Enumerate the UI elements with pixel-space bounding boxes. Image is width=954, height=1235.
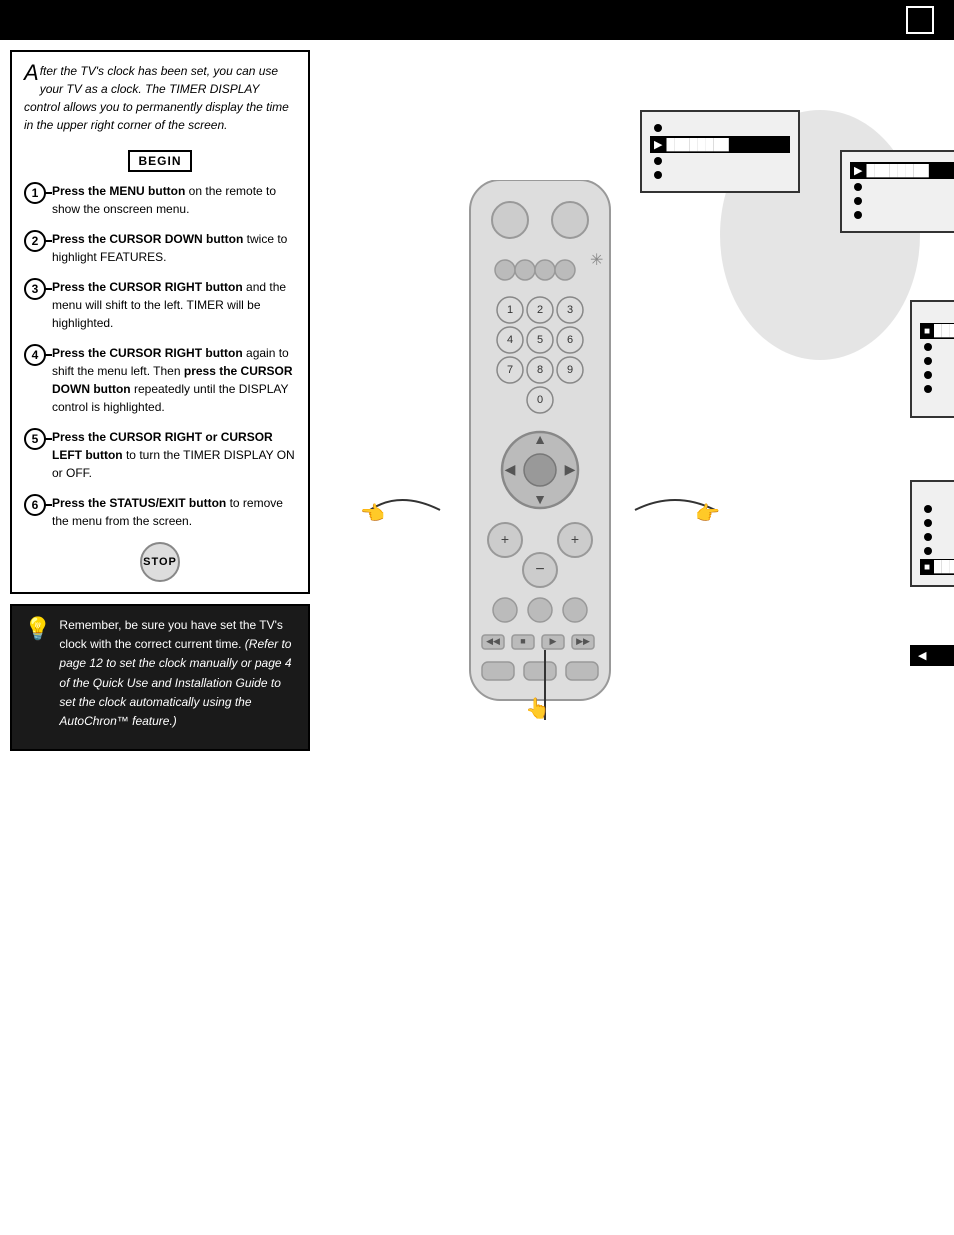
svg-text:▼: ▼ xyxy=(533,491,547,507)
menu4-item5-highlighted: ■ ███████ ◀▶ xyxy=(920,559,954,575)
menu4-item4 xyxy=(920,545,954,557)
tip-box: 💡 Remember, be sure you have set the TV'… xyxy=(10,604,310,751)
step-2-text: Press the CURSOR DOWN button twice to hi… xyxy=(52,230,296,266)
begin-badge: BEGIN xyxy=(128,150,191,172)
instruction-box: A fter the TV's clock has been set, you … xyxy=(10,50,310,594)
svg-text:✳: ✳ xyxy=(590,252,603,269)
bulb-icon: 💡 xyxy=(24,616,51,642)
svg-text:+: + xyxy=(571,531,579,547)
step-5-number: 5 xyxy=(24,428,46,450)
svg-text:6: 6 xyxy=(567,334,573,346)
svg-text:1: 1 xyxy=(507,304,513,316)
menu3-item5 xyxy=(920,383,954,395)
menu2-item1-highlighted: ▶ ████████ xyxy=(850,162,954,179)
menu1-item1 xyxy=(650,122,790,134)
top-bar xyxy=(0,0,954,40)
step-3: 3 Press the CURSOR RIGHT button and the … xyxy=(24,278,296,332)
menu1-item3 xyxy=(650,155,790,167)
svg-text:7: 7 xyxy=(507,364,513,376)
page-number-box xyxy=(906,6,934,34)
step-6: 6 Press the STATUS/EXIT button to remove… xyxy=(24,494,296,530)
tip-remember-text: Remember, be sure you have set the TV's … xyxy=(59,616,296,731)
right-panel: ▶ ████████ ▶ ████████ ▲ ■ ███████ ▶ ▼ ▲ xyxy=(320,50,944,950)
step-6-number: 6 xyxy=(24,494,46,516)
menu-screen-2: ▶ ████████ xyxy=(840,150,954,233)
menu2-item2 xyxy=(850,181,954,193)
svg-text:👈: 👈 xyxy=(360,502,385,525)
left-panel: A fter the TV's clock has been set, you … xyxy=(10,50,310,950)
large-letter-A: A xyxy=(24,62,39,84)
step-3-text: Press the CURSOR RIGHT button and the me… xyxy=(52,278,296,332)
timer-display-bar: ◀ ████████████ ▶ xyxy=(910,645,954,666)
menu4-item1 xyxy=(920,503,954,515)
step-3-number: 3 xyxy=(24,278,46,300)
menu1-item2-highlighted: ▶ ████████ xyxy=(650,136,790,153)
svg-text:▶: ▶ xyxy=(565,461,576,477)
step-1-text: Press the MENU button on the remote to s… xyxy=(52,182,296,218)
svg-text:8: 8 xyxy=(537,364,543,376)
menu2-item3 xyxy=(850,195,954,207)
svg-text:9: 9 xyxy=(567,364,573,376)
svg-text:▲: ▲ xyxy=(533,431,547,447)
menu4-item2 xyxy=(920,517,954,529)
step-4: 4 Press the CURSOR RIGHT button again to… xyxy=(24,344,296,416)
menu1-item4 xyxy=(650,169,790,181)
svg-text:5: 5 xyxy=(537,334,543,346)
step-2: 2 Press the CURSOR DOWN button twice to … xyxy=(24,230,296,266)
tip-header: 💡 Remember, be sure you have set the TV'… xyxy=(24,616,296,731)
menu3-item4 xyxy=(920,369,954,381)
svg-text:0: 0 xyxy=(537,394,543,406)
svg-text:4: 4 xyxy=(507,334,513,346)
menu3-item2 xyxy=(920,341,954,353)
stop-circle: STOP xyxy=(140,542,180,582)
step-4-number: 4 xyxy=(24,344,46,366)
timer-arrow-left: ◀ xyxy=(918,649,926,662)
step-2-number: 2 xyxy=(24,230,46,252)
svg-text:👆: 👆 xyxy=(525,696,550,720)
svg-text:+: + xyxy=(501,531,509,547)
remote-control: ✳ 1 2 3 xyxy=(440,180,640,783)
svg-text:−: − xyxy=(535,561,544,578)
menu2-item4 xyxy=(850,209,954,221)
svg-text:2: 2 xyxy=(537,304,543,316)
svg-text:3: 3 xyxy=(567,304,573,316)
svg-text:◀: ◀ xyxy=(505,461,516,477)
intro-text: A fter the TV's clock has been set, you … xyxy=(24,62,296,134)
stop-badge: STOP xyxy=(24,542,296,582)
intro-body: fter the TV's clock has been set, you ca… xyxy=(24,64,289,132)
step-1-number: 1 xyxy=(24,182,46,204)
svg-text:👉: 👉 xyxy=(695,502,720,525)
step-1: 1 Press the MENU button on the remote to… xyxy=(24,182,296,218)
menu-screen-1: ▶ ████████ xyxy=(640,110,800,193)
menu-screen-3: ▲ ■ ███████ ▶ ▼ xyxy=(910,300,954,418)
step-5: 5 Press the CURSOR RIGHT or CURSOR LEFT … xyxy=(24,428,296,482)
step-6-text: Press the STATUS/EXIT button to remove t… xyxy=(52,494,296,530)
step-4-text: Press the CURSOR RIGHT button again to s… xyxy=(52,344,296,416)
menu4-item3 xyxy=(920,531,954,543)
main-content: A fter the TV's clock has been set, you … xyxy=(0,40,954,960)
step-5-text: Press the CURSOR RIGHT or CURSOR LEFT bu… xyxy=(52,428,296,482)
menu3-item1-highlighted: ■ ███████ ▶ xyxy=(920,323,954,339)
menu-screen-4: ▲ ■ ███████ ◀▶ xyxy=(910,480,954,587)
menu3-item3 xyxy=(920,355,954,367)
